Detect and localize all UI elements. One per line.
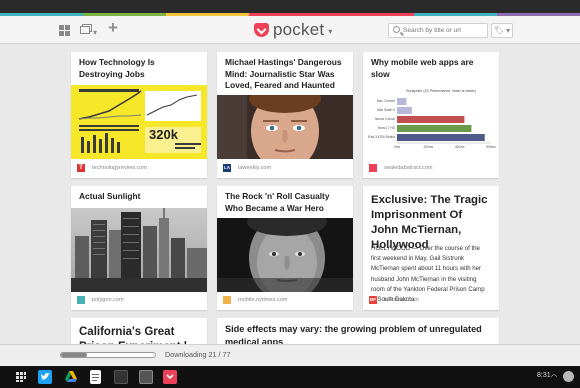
article-card[interactable]: Actual Sunlight polygon.com xyxy=(71,186,207,310)
article-title: Michael Hastings' Dangerous Mind: Journa… xyxy=(225,57,342,90)
card-footer: sealedabstract.com xyxy=(369,163,433,173)
favicon-icon xyxy=(77,296,85,304)
grid-view-icon[interactable] xyxy=(59,25,70,36)
add-item-icon[interactable]: + xyxy=(108,19,118,36)
favicon-icon: BF xyxy=(369,296,377,304)
card-footer: polygon.com xyxy=(77,295,124,305)
wifi-icon[interactable]: ◠ xyxy=(551,373,557,381)
article-domain: buzzfeed.com xyxy=(384,297,419,303)
drive-icon[interactable] xyxy=(64,370,78,384)
favicon-icon xyxy=(369,164,377,172)
chart-tick-label: 400ms xyxy=(455,145,465,149)
search-input[interactable] xyxy=(403,24,487,37)
article-domain: laweekly.com xyxy=(238,165,272,171)
article-domain: sealedabstract.com xyxy=(384,165,433,171)
download-status-text: Downloading 21 / 77 xyxy=(165,350,231,359)
pocket-icon[interactable] xyxy=(163,370,177,384)
brand-name: pocket xyxy=(273,20,325,39)
search-icon xyxy=(393,26,400,33)
chart-category-label: Nexus 4 stock xyxy=(375,117,395,121)
tag-filter-button[interactable]: 🏷 ▾ xyxy=(491,23,513,38)
article-image-city xyxy=(71,208,207,292)
avatar[interactable] xyxy=(563,371,574,382)
benchmark-chart: Sunspider (JS Performance, lower is bett… xyxy=(368,89,496,149)
article-card[interactable]: How Technology Is Destroying Jobs 320k T… xyxy=(71,52,207,178)
favicon-icon: LA xyxy=(223,164,231,172)
pocket-app: ▾ + pocket ▾ 🏷 ▾ How Technology Is Destr… xyxy=(0,0,580,366)
article-title: How Technology Is Destroying Jobs xyxy=(79,57,155,79)
card-footer: mobile.nytimes.com xyxy=(223,295,287,305)
app-icon[interactable] xyxy=(139,370,153,384)
twitter-icon[interactable] xyxy=(38,370,52,384)
chart-bar xyxy=(397,98,407,105)
article-card[interactable]: Exclusive: The Tragic Imprisonment Of Jo… xyxy=(363,186,499,310)
chart-category-label: Mac Chrome xyxy=(377,99,395,103)
article-card[interactable]: Why mobile web apps are slow Sunspider (… xyxy=(363,52,499,178)
article-domain: polygon.com xyxy=(92,297,124,303)
city-graphic xyxy=(71,208,207,292)
chart-tick-label: 600ms xyxy=(486,145,496,149)
clock[interactable]: 8:31 xyxy=(537,372,551,379)
dark-app-icon[interactable] xyxy=(114,370,128,384)
chart-bar xyxy=(397,125,472,132)
article-title: Actual Sunlight xyxy=(79,191,141,201)
article-card[interactable]: Michael Hastings' Dangerous Mind: Journa… xyxy=(217,52,353,178)
download-status-bar: Downloading 21 / 77 xyxy=(0,344,580,366)
chevron-down-icon: ▾ xyxy=(328,27,333,36)
os-shelf: 8:31 ◠ xyxy=(0,366,580,388)
infographic-graphic xyxy=(71,85,207,159)
chart-bar xyxy=(397,107,412,114)
chart-bar xyxy=(397,134,485,141)
article-image-infographic: 320k xyxy=(71,85,207,159)
favicon-icon xyxy=(223,296,231,304)
card-footer: LA laweekly.com xyxy=(223,163,271,173)
pocket-mark-icon xyxy=(254,23,269,37)
article-title: Why mobile web apps are slow xyxy=(371,57,474,79)
chart-tick-label: 0ms xyxy=(394,145,400,149)
portrait-graphic xyxy=(217,95,353,159)
article-domain: technologyreview.com xyxy=(92,165,148,171)
header-bar: ▾ + pocket ▾ 🏷 ▾ xyxy=(0,16,580,44)
chart-category-label: Mac Safari 6 xyxy=(377,108,395,112)
chart-title: Sunspider (JS Performance, lower is bett… xyxy=(406,89,476,93)
favicon-icon: T xyxy=(77,164,85,172)
card-footer: T technologyreview.com xyxy=(77,163,147,173)
article-card[interactable]: The Rock 'n' Roll Casualty Who Became a … xyxy=(217,186,353,310)
pocket-logo[interactable]: pocket ▾ xyxy=(254,20,332,40)
article-image-chart: Sunspider (JS Performance, lower is bett… xyxy=(363,85,499,159)
chart-tick-label: 200ms xyxy=(424,145,434,149)
list-view-icon[interactable]: ▾ xyxy=(80,24,98,37)
infographic-stat: 320k xyxy=(149,127,178,142)
article-image-portrait-dark xyxy=(217,218,353,292)
docs-icon[interactable] xyxy=(90,370,101,384)
search-box[interactable] xyxy=(388,23,488,38)
window-top-bar xyxy=(0,0,580,13)
chart-bar xyxy=(397,116,465,123)
tag-icon: 🏷 ▾ xyxy=(493,26,511,35)
article-domain: mobile.nytimes.com xyxy=(238,297,288,303)
launcher-icon[interactable] xyxy=(14,370,28,384)
download-progress-fill xyxy=(61,353,87,357)
download-progress-bar xyxy=(60,352,156,358)
card-footer: BF buzzfeed.com xyxy=(369,295,419,305)
article-title: The Rock 'n' Roll Casualty Who Became a … xyxy=(225,191,330,213)
chart-category-label: iPad 3 iOS6 Retina xyxy=(368,135,395,139)
portrait-dark-graphic xyxy=(217,218,353,292)
chart-category-label: Nexus 7 HD xyxy=(378,126,396,130)
article-image-portrait xyxy=(217,95,353,159)
